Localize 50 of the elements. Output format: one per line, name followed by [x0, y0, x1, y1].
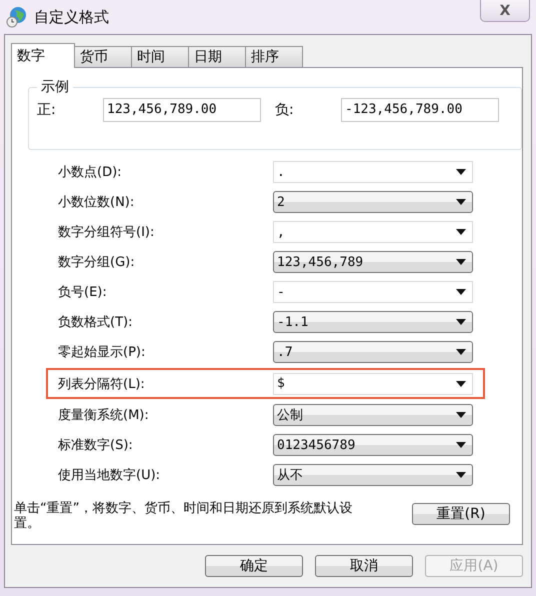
setting-label: 零起始显示(P):: [58, 344, 146, 361]
tab[interactable]: 排序: [245, 46, 303, 67]
dropdown-arrow-icon: [456, 442, 466, 448]
dropdown[interactable]: 公制: [273, 404, 473, 426]
setting-label: 使用当地数字(U):: [58, 467, 162, 484]
dropdown[interactable]: 2: [273, 191, 473, 213]
tab[interactable]: 时间: [131, 46, 189, 67]
sample-field: -123,456,789.00: [341, 98, 499, 122]
setting-label: 数字分组符号(I):: [58, 224, 156, 241]
field-label: 正:: [37, 101, 57, 119]
dropdown-arrow-icon: [456, 289, 466, 295]
setting-label: 负号(E):: [58, 284, 108, 301]
combo-box[interactable]: $: [273, 372, 473, 394]
tab[interactable]: 数字: [11, 43, 75, 68]
dialog-button[interactable]: 确定: [205, 555, 303, 577]
tab[interactable]: 日期: [188, 46, 246, 67]
sample-field: 123,456,789.00: [103, 98, 261, 122]
dropdown-arrow-icon: [456, 349, 466, 355]
setting-label: 数字分组(G):: [58, 254, 136, 271]
dropdown-arrow-icon: [456, 412, 466, 418]
dropdown[interactable]: 0123456789: [273, 434, 473, 456]
dropdown-arrow-icon: [456, 319, 466, 325]
reset-button[interactable]: 重置(R): [412, 503, 510, 525]
dropdown[interactable]: 123,456,789: [273, 251, 473, 273]
dropdown-arrow-icon: [456, 380, 466, 386]
dropdown-arrow-icon: [456, 259, 466, 265]
window-title: 自定义格式: [34, 8, 110, 26]
setting-label: 度量衡系统(M):: [58, 407, 150, 424]
setting-label: 列表分隔符(L):: [58, 376, 146, 392]
close-button[interactable]: X: [480, 0, 530, 22]
combo-box[interactable]: -: [273, 281, 473, 303]
combo-box[interactable]: ,: [273, 221, 473, 243]
dialog-button[interactable]: 取消: [315, 555, 413, 577]
dropdown-arrow-icon: [456, 199, 466, 205]
dropdown-arrow-icon: [456, 169, 466, 175]
setting-label: 负数格式(T):: [58, 314, 134, 331]
setting-label: 标准数字(S):: [58, 437, 134, 454]
dropdown[interactable]: -1.1: [273, 311, 473, 333]
reset-note: 单击“重置”，将数字、货币、时间和日期还原到系统默认设置。: [14, 501, 354, 531]
setting-label: 小数位数(N):: [58, 194, 136, 211]
tab[interactable]: 货币: [74, 46, 132, 67]
field-label: 负:: [275, 101, 295, 119]
dropdown[interactable]: .7: [273, 341, 473, 363]
combo-box[interactable]: .: [273, 161, 473, 183]
dropdown-arrow-icon: [456, 472, 466, 478]
group-title: 示例: [40, 78, 70, 96]
dropdown-arrow-icon: [456, 229, 466, 235]
dropdown[interactable]: 从不: [273, 464, 473, 486]
setting-label: 小数点(D):: [58, 164, 123, 181]
globe-clock-icon: [6, 6, 28, 28]
